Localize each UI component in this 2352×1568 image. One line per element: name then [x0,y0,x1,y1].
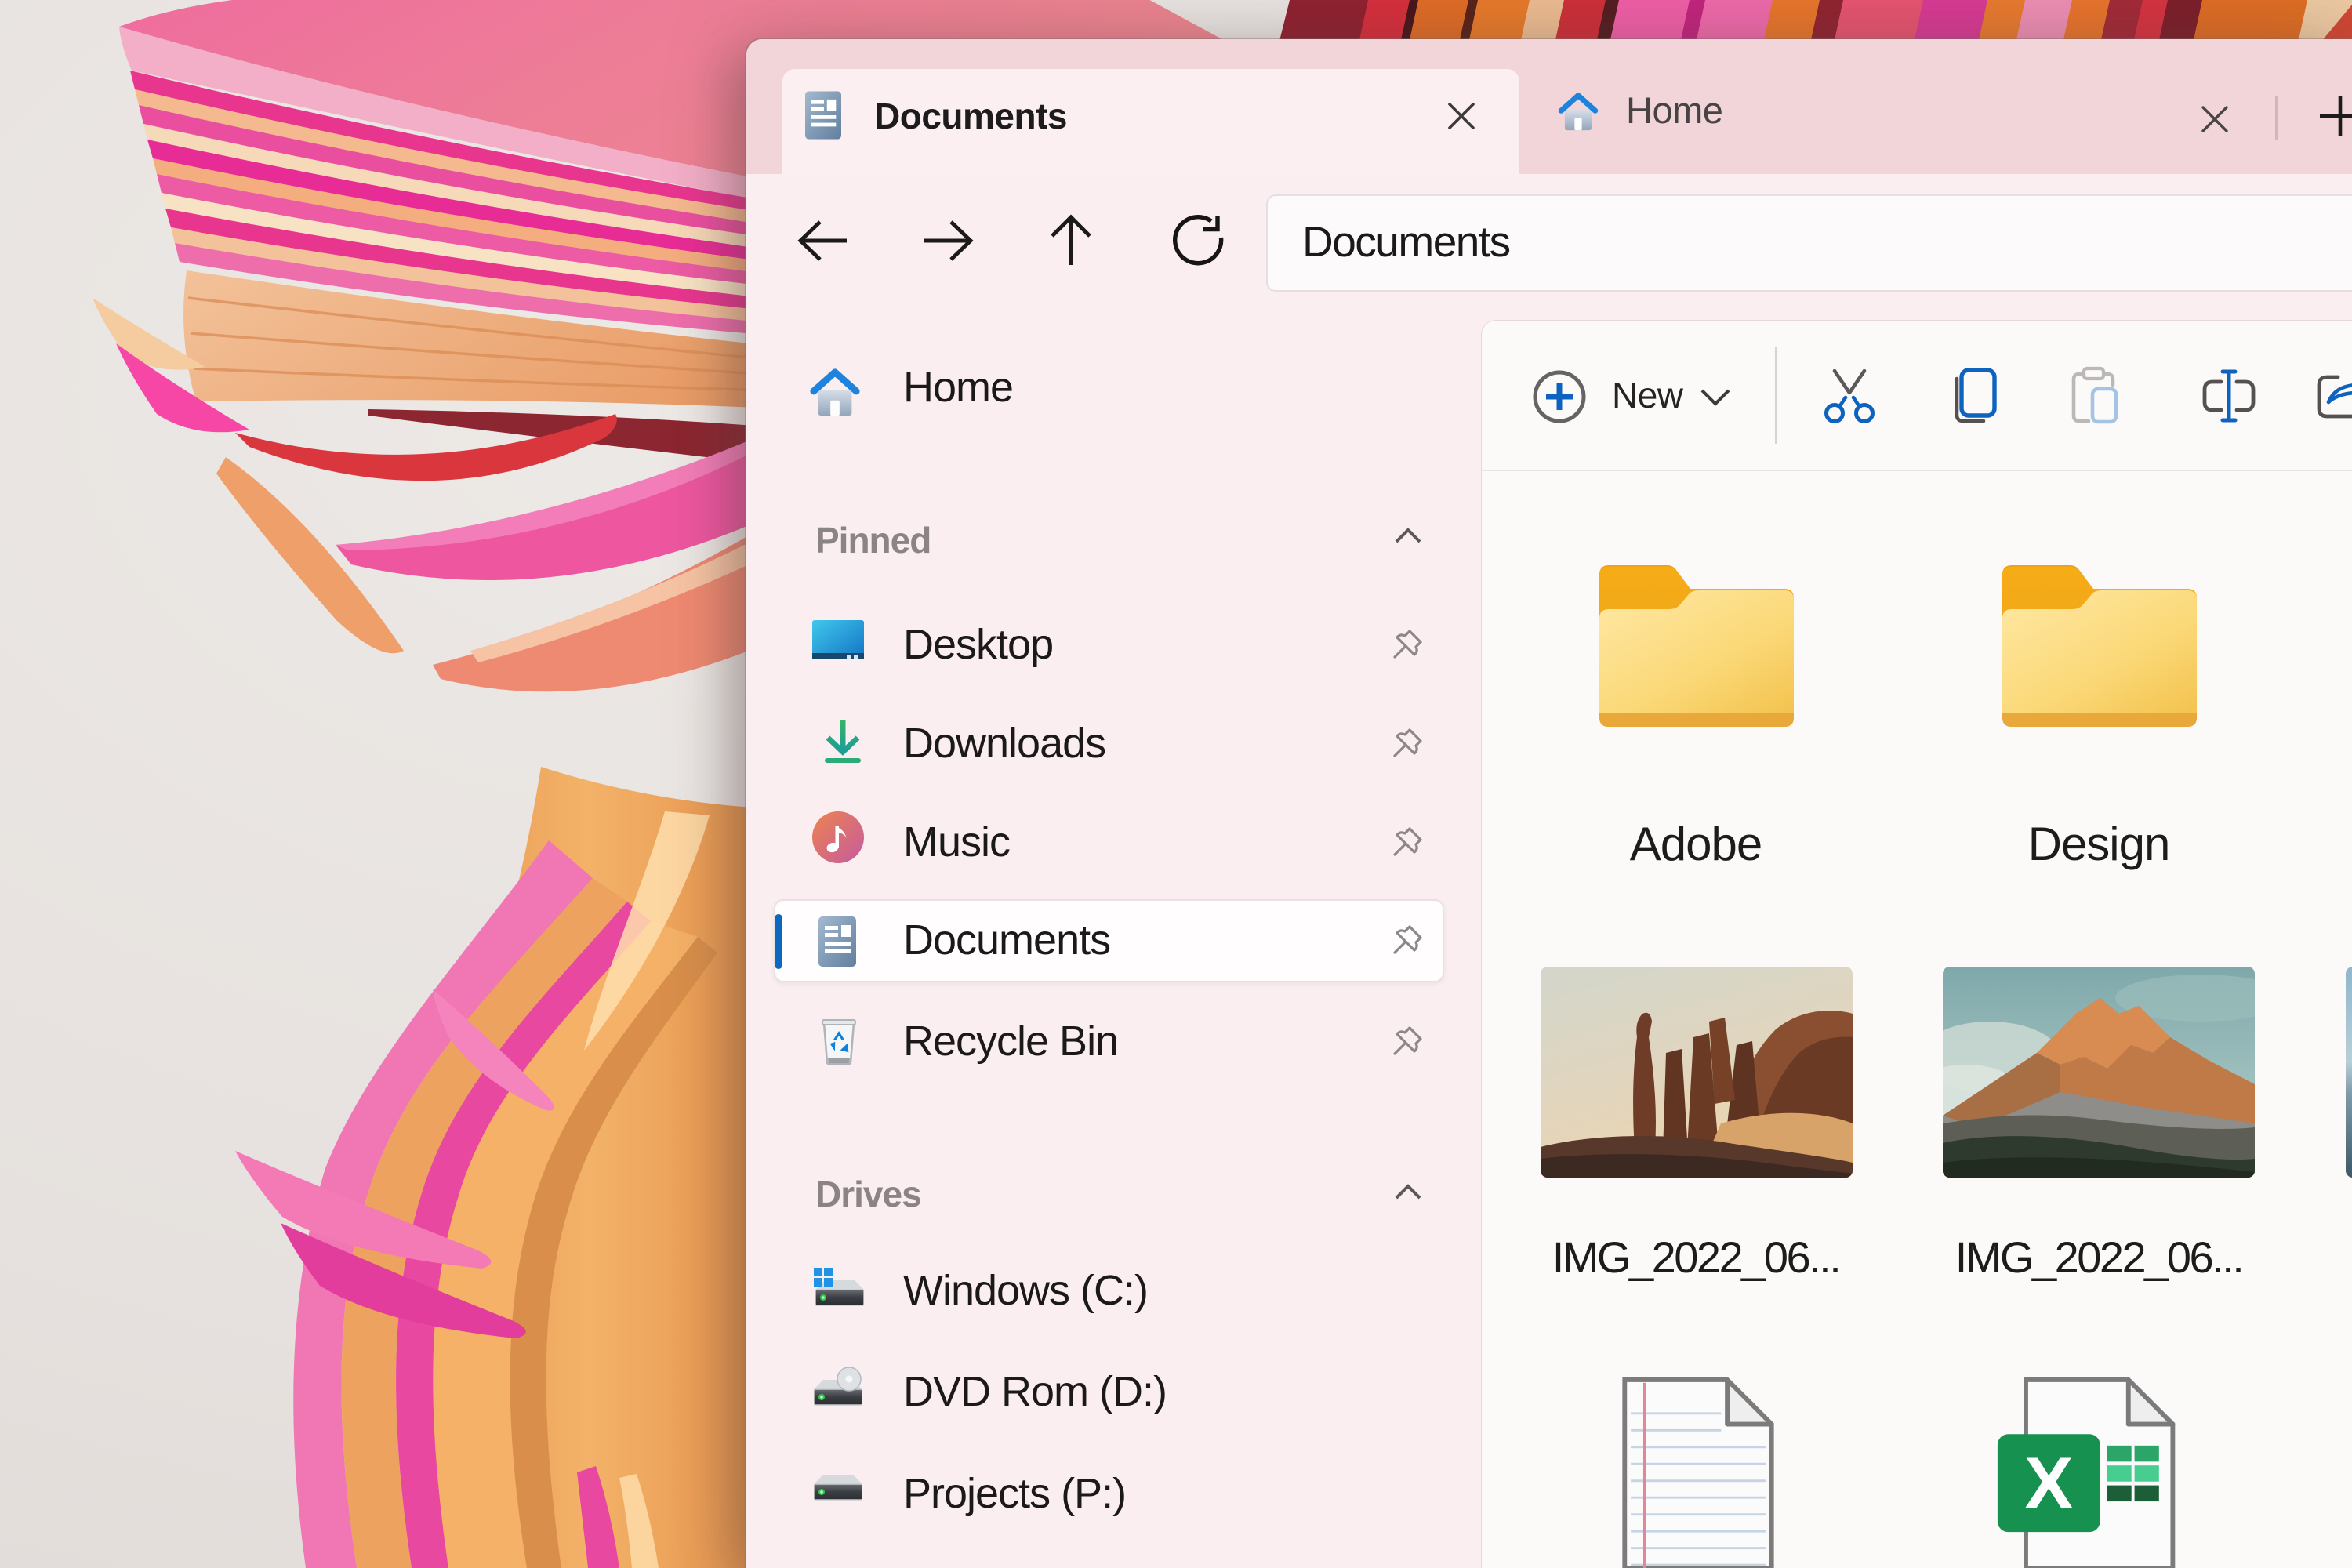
svg-text:X: X [2024,1442,2074,1524]
